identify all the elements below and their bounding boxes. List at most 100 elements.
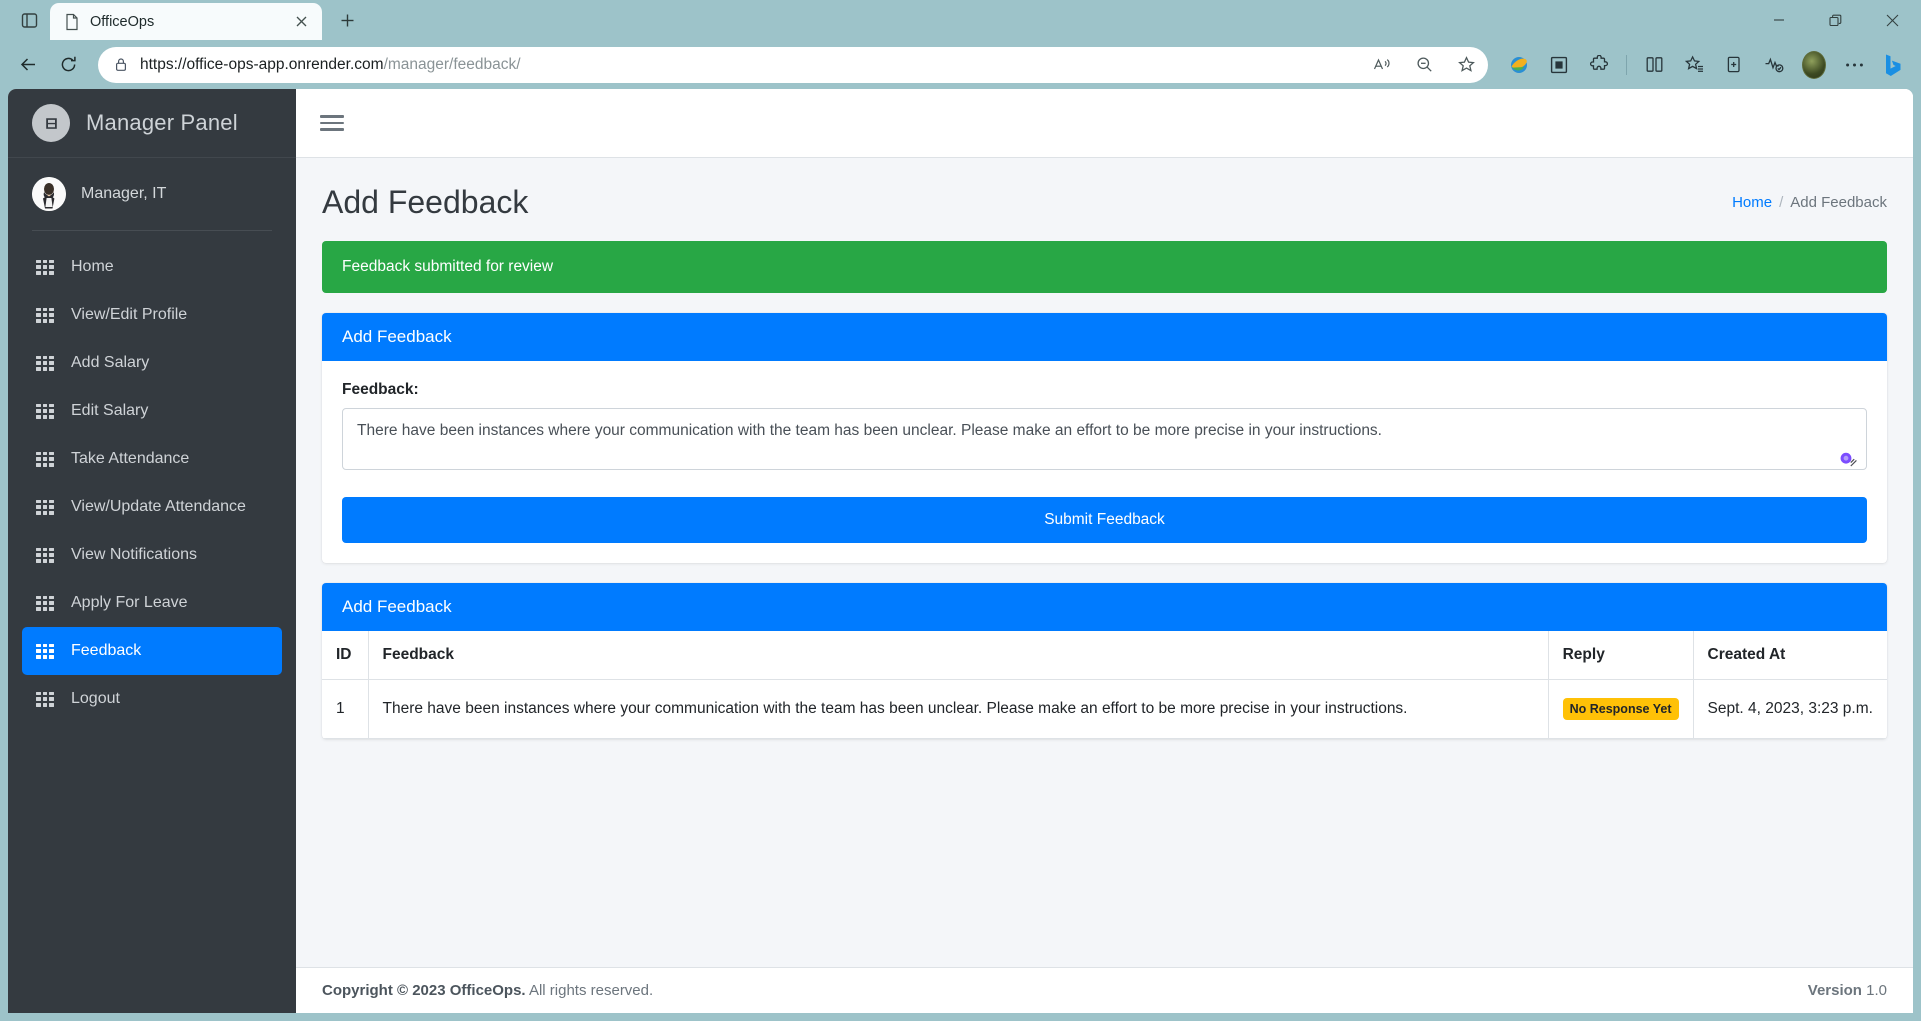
- cell-id: 1: [322, 679, 369, 739]
- window-controls: [1750, 0, 1921, 40]
- feedback-list-card: Add Feedback ID Feedback Reply Created A…: [322, 583, 1887, 739]
- sidebar-item-label: Apply For Leave: [71, 594, 188, 611]
- split-screen-icon[interactable]: [1635, 47, 1673, 83]
- sidebar-nav: Home View/Edit Profile Add Salary Edit S…: [8, 231, 296, 723]
- feedback-field-label: Feedback:: [342, 381, 419, 398]
- breadcrumb: Home / Add Feedback: [1732, 194, 1887, 211]
- feedback-table: ID Feedback Reply Created At 1 There hav…: [322, 631, 1887, 739]
- hamburger-icon[interactable]: [320, 113, 344, 133]
- table-row: 1 There have been instances where your c…: [322, 679, 1887, 739]
- content-header: Add Feedback Home / Add Feedback: [296, 158, 1913, 241]
- grid-icon: [36, 355, 54, 371]
- feedback-textarea[interactable]: [342, 408, 1867, 470]
- app-window-icon[interactable]: [1540, 47, 1578, 83]
- lock-icon: [114, 57, 130, 73]
- breadcrumb-home-link[interactable]: Home: [1732, 194, 1772, 211]
- settings-more-icon[interactable]: [1835, 47, 1873, 83]
- browser-window: OfficeOps https://office-ops-app.onrende…: [0, 0, 1921, 1021]
- grid-icon: [36, 499, 54, 515]
- toolbar-divider: [1626, 54, 1627, 75]
- sidebar-item-view-notifications[interactable]: View Notifications: [22, 531, 282, 579]
- sidebar-item-label: Logout: [71, 690, 120, 707]
- tab-list-icon[interactable]: [8, 3, 50, 37]
- sidebar-item-feedback[interactable]: Feedback: [22, 627, 282, 675]
- sidebar-item-label: Add Salary: [71, 354, 150, 371]
- new-tab-button[interactable]: [330, 3, 364, 37]
- grid-icon: [36, 547, 54, 563]
- browser-toolbar: https://office-ops-app.onrender.com/mana…: [0, 40, 1921, 89]
- sidebar-item-take-attendance[interactable]: Take Attendance: [22, 435, 282, 483]
- close-icon[interactable]: [288, 9, 314, 35]
- sidebar-user[interactable]: Manager, IT: [8, 158, 296, 230]
- url-path: /manager/feedback/: [383, 55, 521, 73]
- submit-feedback-button[interactable]: Submit Feedback: [342, 497, 1867, 543]
- sidebar-item-label: View/Update Attendance: [71, 498, 246, 515]
- sidebar-item-logout[interactable]: Logout: [22, 675, 282, 723]
- sidebar-item-label: Home: [71, 258, 114, 275]
- grid-icon: [36, 403, 54, 419]
- profile-avatar[interactable]: [1795, 47, 1833, 83]
- tab-title: OfficeOps: [90, 13, 155, 30]
- footer-version-value: 1.0: [1866, 982, 1887, 999]
- officeops-logo-icon: [32, 104, 70, 142]
- page-footer: Copyright © 2023 OfficeOps. All rights r…: [296, 967, 1913, 1013]
- grid-icon: [36, 595, 54, 611]
- grid-icon: [36, 307, 54, 323]
- sidebar-item-label: View Notifications: [71, 546, 197, 563]
- collections-icon[interactable]: [1675, 47, 1713, 83]
- browser-essentials-icon[interactable]: [1755, 47, 1793, 83]
- success-alert: Feedback submitted for review: [322, 241, 1887, 293]
- sidebar-item-view-update-attendance[interactable]: View/Update Attendance: [22, 483, 282, 531]
- sidebar-item-label: Take Attendance: [71, 450, 190, 467]
- footer-version-label: Version: [1807, 982, 1862, 999]
- table-body: 1 There have been instances where your c…: [322, 679, 1887, 739]
- sidebar-item-view-edit-profile[interactable]: View/Edit Profile: [22, 291, 282, 339]
- address-bar-url: https://office-ops-app.onrender.com/mana…: [140, 56, 1356, 74]
- content-body: Feedback submitted for review Add Feedba…: [296, 241, 1913, 759]
- column-header-feedback: Feedback: [368, 631, 1549, 680]
- breadcrumb-separator: /: [1779, 194, 1784, 211]
- sidebar-item-edit-salary[interactable]: Edit Salary: [22, 387, 282, 435]
- success-alert-message: Feedback submitted for review: [342, 258, 554, 275]
- sidebar-user-name: Manager, IT: [81, 185, 167, 202]
- main-content: Add Feedback Home / Add Feedback Feedbac…: [296, 89, 1913, 1013]
- sidebar-item-apply-for-leave[interactable]: Apply For Leave: [22, 579, 282, 627]
- sidebar-brand[interactable]: Manager Panel: [8, 89, 296, 158]
- zoom-out-icon[interactable]: [1408, 49, 1440, 81]
- sidebar-item-home[interactable]: Home: [22, 243, 282, 291]
- add-device-icon[interactable]: [1715, 47, 1753, 83]
- brand-title: Manager Panel: [86, 110, 238, 135]
- ie-mode-icon[interactable]: [1500, 47, 1538, 83]
- add-feedback-form-card: Add Feedback Feedback: There have been i…: [322, 313, 1887, 563]
- footer-copyright-rest: All rights reserved.: [525, 982, 654, 999]
- read-aloud-icon[interactable]: [1366, 49, 1398, 81]
- page-viewport: Manager Panel Manager, IT Home View/Edit…: [8, 89, 1913, 1013]
- browser-tab[interactable]: OfficeOps: [50, 3, 322, 40]
- address-bar[interactable]: https://office-ops-app.onrender.com/mana…: [98, 46, 1488, 83]
- close-icon[interactable]: [1864, 0, 1921, 40]
- avatar: [32, 177, 66, 211]
- url-origin: https://office-ops-app.onrender.com: [140, 55, 384, 73]
- table-card-header: Add Feedback: [322, 583, 1887, 631]
- breadcrumb-current: Add Feedback: [1790, 194, 1887, 211]
- grid-icon: [36, 691, 54, 707]
- copilot-bing-icon[interactable]: [1875, 47, 1911, 83]
- form-card-body: Feedback: There have been instances wher…: [322, 361, 1887, 563]
- cell-created-at: Sept. 4, 2023, 3:23 p.m.: [1693, 679, 1887, 739]
- restore-icon[interactable]: [1807, 0, 1864, 40]
- browser-titlebar: OfficeOps: [0, 0, 1921, 40]
- footer-version: Version 1.0: [1808, 982, 1887, 999]
- back-arrow-icon[interactable]: [10, 47, 46, 83]
- minimize-icon[interactable]: [1750, 0, 1807, 40]
- status-badge: No Response Yet: [1562, 698, 1679, 720]
- table-header-row: ID Feedback Reply Created At: [322, 631, 1887, 680]
- star-icon[interactable]: [1450, 49, 1482, 81]
- grid-icon: [36, 259, 54, 275]
- sidebar-item-label: Feedback: [71, 642, 142, 659]
- reload-icon[interactable]: [50, 47, 86, 83]
- sidebar-item-add-salary[interactable]: Add Salary: [22, 339, 282, 387]
- extensions-puzzle-icon[interactable]: [1580, 47, 1618, 83]
- footer-copyright-strong: Copyright © 2023 OfficeOps.: [322, 982, 526, 999]
- column-header-created-at: Created At: [1693, 631, 1887, 680]
